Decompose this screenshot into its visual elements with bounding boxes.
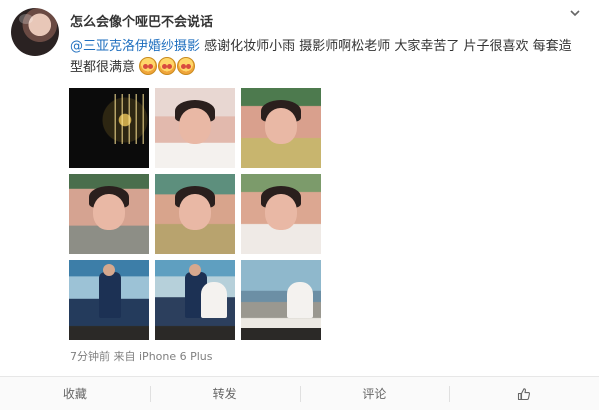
- action-bar: 收藏 转发 评论: [0, 377, 599, 410]
- screen-bar: [69, 328, 149, 340]
- photo-thumbnail[interactable]: [69, 260, 149, 340]
- photo-thumbnail[interactable]: [155, 174, 235, 254]
- post-time[interactable]: 7分钟前: [70, 350, 110, 363]
- bride: [287, 282, 313, 318]
- repost-label: 转发: [212, 387, 237, 401]
- favorite-button[interactable]: 收藏: [0, 377, 150, 410]
- thumbs-up-icon: [518, 387, 531, 400]
- face: [265, 194, 297, 230]
- photo-thumbnail[interactable]: [241, 260, 321, 340]
- comment-button[interactable]: 评论: [299, 377, 450, 410]
- photo-thumbnail[interactable]: [69, 174, 149, 254]
- face: [93, 194, 125, 230]
- face: [179, 194, 211, 230]
- photo-thumbnail[interactable]: [69, 88, 149, 168]
- source-prefix: 来自: [113, 350, 136, 363]
- photo-thumbnail[interactable]: [241, 88, 321, 168]
- photo-thumbnail[interactable]: [241, 174, 321, 254]
- screen-bar: [241, 328, 321, 340]
- face: [179, 108, 211, 144]
- photo-grid: [69, 88, 323, 342]
- post-text: @三亚克洛伊婚纱摄影 感谢化妆师小雨 摄影师啊松老师 大家幸苦了 片子很喜欢 每…: [70, 37, 582, 78]
- groom-head: [189, 264, 201, 276]
- chevron-down-icon[interactable]: [568, 6, 582, 20]
- favorite-label: 收藏: [62, 387, 87, 401]
- mention-link[interactable]: @三亚克洛伊婚纱摄影: [70, 39, 200, 54]
- avatar-shine: [19, 14, 33, 24]
- screen-bar: [155, 328, 235, 340]
- repost-button[interactable]: 转发: [149, 377, 300, 410]
- username[interactable]: 怎么会像个哑巴不会说话: [70, 11, 213, 30]
- like-button[interactable]: [449, 377, 599, 410]
- avatar[interactable]: [11, 8, 59, 56]
- blush-emoji-icon: [139, 57, 158, 75]
- face: [265, 108, 297, 144]
- weibo-post-card: 怎么会像个哑巴不会说话 @三亚克洛伊婚纱摄影 感谢化妆师小雨 摄影师啊松老师 大…: [0, 0, 599, 410]
- photo-thumbnail[interactable]: [155, 88, 235, 168]
- blush-emoji-icon: [158, 57, 177, 75]
- post-source[interactable]: iPhone 6 Plus: [139, 350, 213, 363]
- groom-head: [103, 264, 115, 276]
- groom: [99, 272, 121, 318]
- string-lights: [109, 94, 145, 144]
- comment-label: 评论: [362, 387, 387, 401]
- blush-emoji-icon: [177, 57, 196, 75]
- photo-thumbnail[interactable]: [155, 260, 235, 340]
- bride: [201, 282, 227, 318]
- post-meta: 7分钟前 来自 iPhone 6 Plus: [70, 348, 213, 364]
